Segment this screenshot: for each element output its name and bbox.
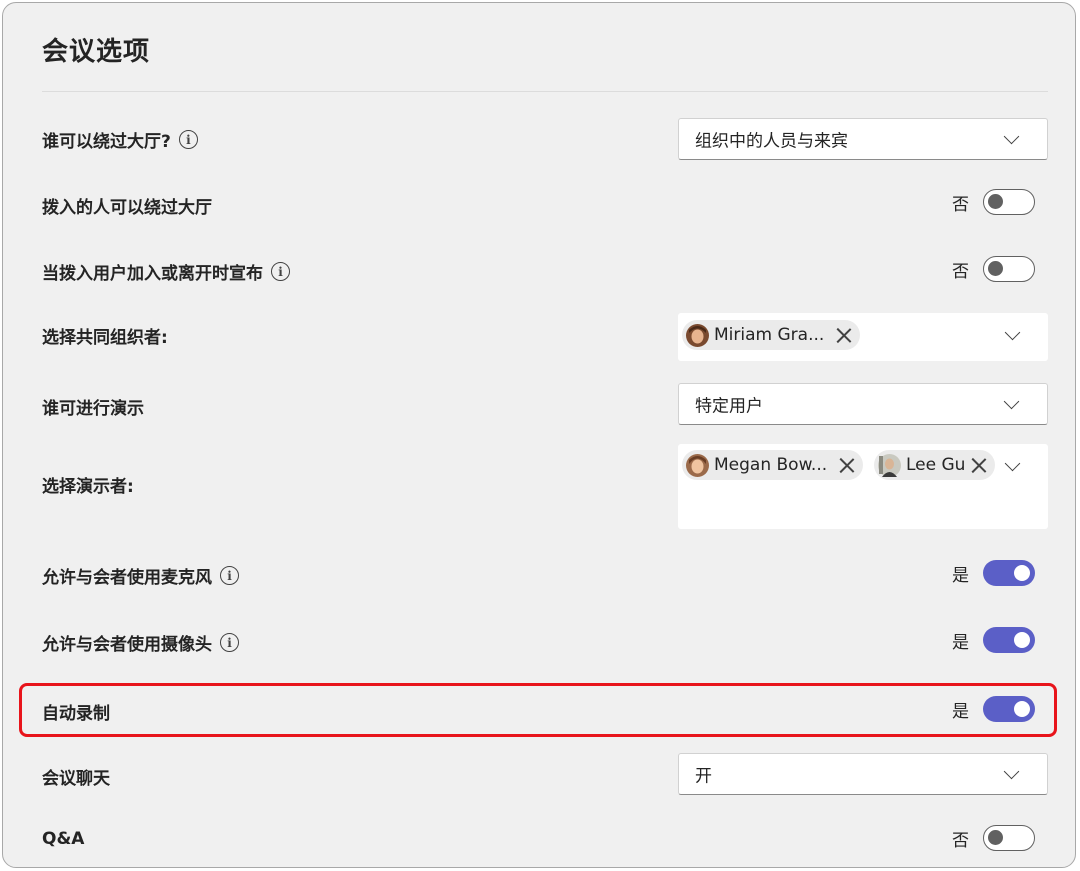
- auto-record-state: 是: [952, 701, 969, 722]
- allow-mic-toggle[interactable]: [983, 560, 1035, 586]
- announce-state: 否: [952, 261, 969, 282]
- qa-toggle[interactable]: [983, 825, 1035, 851]
- allow-mic-state: 是: [952, 565, 969, 586]
- who-presents-label: 谁可进行演示: [42, 394, 144, 419]
- auto-record-label-text: 自动录制: [42, 704, 110, 724]
- chevron-down-icon[interactable]: [1004, 324, 1021, 341]
- who-presents-value: 特定用户: [695, 396, 763, 417]
- close-icon[interactable]: [971, 457, 987, 473]
- allow-camera-toggle[interactable]: [983, 627, 1035, 653]
- bypass-lobby-label-text: 谁可以绕过大厅?: [42, 132, 171, 152]
- auto-record-toggle[interactable]: [983, 696, 1035, 722]
- dial-in-bypass-toggle[interactable]: [983, 189, 1035, 215]
- who-presents-label-text: 谁可进行演示: [42, 399, 144, 419]
- toggle-knob: [1014, 701, 1030, 717]
- dial-in-bypass-label: 拨入的人可以绕过大厅: [42, 193, 212, 218]
- presenters-picker[interactable]: Megan Bow... Lee Gu: [678, 444, 1048, 529]
- allow-camera-toggle-group: 是: [952, 627, 1035, 653]
- meeting-options-panel: 会议选项 谁可以绕过大厅? i 组织中的人员与来宾 拨入的人可以绕过大厅 否 当…: [2, 2, 1076, 868]
- chevron-down-icon: [1003, 763, 1020, 780]
- allow-mic-label: 允许与会者使用麦克风 i: [42, 563, 239, 588]
- info-icon[interactable]: i: [271, 262, 290, 281]
- co-organizers-label-text: 选择共同组织者:: [42, 328, 168, 348]
- toggle-knob: [988, 194, 1003, 209]
- auto-record-label: 自动录制: [42, 699, 110, 724]
- who-presents-dropdown[interactable]: 特定用户: [678, 383, 1048, 425]
- co-organizers-picker[interactable]: Miriam Gra...: [678, 313, 1048, 361]
- highlight-box: [19, 683, 1057, 737]
- dial-in-bypass-state: 否: [952, 194, 969, 215]
- chip-name: Lee Gu: [906, 455, 966, 475]
- bypass-lobby-label: 谁可以绕过大厅? i: [42, 127, 198, 152]
- auto-record-toggle-group: 是: [952, 696, 1035, 722]
- allow-camera-label: 允许与会者使用摄像头 i: [42, 630, 239, 655]
- qa-label: Q&A: [42, 829, 84, 849]
- allow-mic-toggle-group: 是: [952, 560, 1035, 586]
- close-icon[interactable]: [839, 457, 855, 473]
- announce-label: 当拨入用户加入或离开时宣布 i: [42, 259, 290, 284]
- chip-name: Megan Bow...: [714, 455, 828, 475]
- presenters-label-text: 选择演示者:: [42, 477, 134, 497]
- close-icon[interactable]: [836, 327, 852, 343]
- presenter-chip: Megan Bow...: [682, 450, 864, 480]
- chevron-down-icon[interactable]: [1004, 455, 1021, 472]
- avatar: [878, 453, 901, 477]
- meeting-chat-label-text: 会议聊天: [42, 769, 110, 789]
- avatar: [686, 323, 709, 347]
- meeting-chat-dropdown[interactable]: 开: [678, 753, 1048, 795]
- page-title: 会议选项: [42, 37, 151, 67]
- meeting-chat-label: 会议聊天: [42, 764, 110, 789]
- chevron-down-icon: [1003, 128, 1020, 145]
- qa-toggle-group: 否: [952, 825, 1035, 851]
- bypass-lobby-dropdown[interactable]: 组织中的人员与来宾: [678, 118, 1048, 160]
- announce-toggle[interactable]: [983, 256, 1035, 282]
- toggle-knob: [988, 261, 1003, 276]
- dial-in-bypass-toggle-group: 否: [952, 189, 1035, 215]
- co-organizers-label: 选择共同组织者:: [42, 323, 168, 348]
- info-icon[interactable]: i: [220, 633, 239, 652]
- presenters-label: 选择演示者:: [42, 472, 134, 497]
- info-icon[interactable]: i: [220, 566, 239, 585]
- qa-state: 否: [952, 830, 969, 851]
- chip-name: Miriam Gra...: [714, 325, 825, 345]
- avatar: [686, 453, 709, 477]
- bypass-lobby-value: 组织中的人员与来宾: [695, 131, 848, 152]
- title-divider: [42, 91, 1048, 92]
- chevron-down-icon: [1003, 393, 1020, 410]
- announce-toggle-group: 否: [952, 256, 1035, 282]
- toggle-knob: [1014, 565, 1030, 581]
- dial-in-bypass-label-text: 拨入的人可以绕过大厅: [42, 198, 212, 218]
- toggle-knob: [988, 830, 1003, 845]
- presenter-chip: Lee Gu: [874, 450, 996, 480]
- toggle-knob: [1014, 632, 1030, 648]
- qa-label-text: Q&A: [42, 829, 85, 849]
- co-organizer-chip: Miriam Gra...: [682, 320, 861, 350]
- allow-camera-state: 是: [952, 632, 969, 653]
- allow-camera-label-text: 允许与会者使用摄像头: [42, 635, 212, 655]
- announce-label-text: 当拨入用户加入或离开时宣布: [42, 264, 263, 284]
- allow-mic-label-text: 允许与会者使用麦克风: [42, 568, 212, 588]
- meeting-chat-value: 开: [695, 766, 712, 787]
- info-icon[interactable]: i: [178, 130, 198, 149]
